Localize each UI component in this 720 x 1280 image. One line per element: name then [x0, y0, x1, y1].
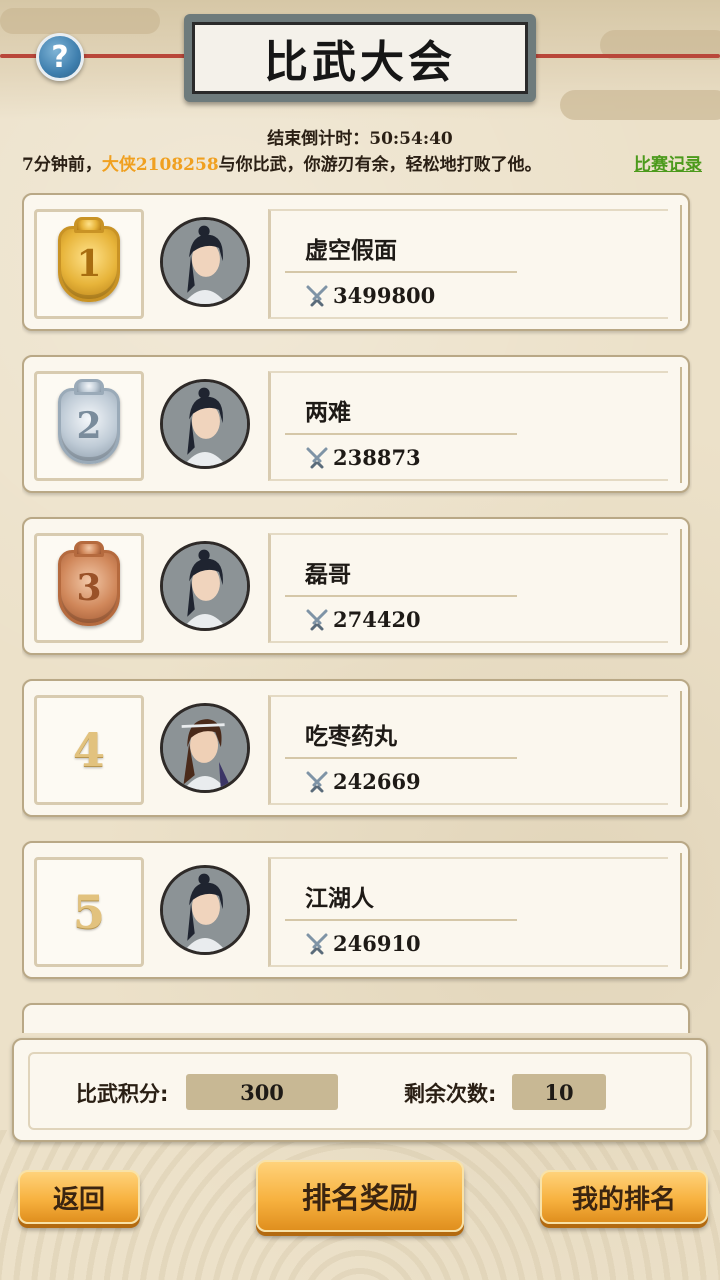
title-plaque: 比武大会 — [184, 14, 536, 102]
crossed-swords-icon — [306, 609, 328, 630]
combat-power: 238873 — [305, 445, 421, 470]
my-ranking-button[interactable]: 我的排名 — [540, 1170, 708, 1224]
power-value: 274420 — [333, 607, 421, 632]
ranking-card: 3 磊哥 274420 比武 — [22, 517, 690, 655]
rank-badge: 2 — [34, 371, 144, 481]
player-info-panel: 两难 238873 比武 — [268, 371, 668, 481]
avatar[interactable] — [160, 541, 250, 631]
bronze-medal-icon: 3 — [58, 541, 120, 626]
player-info-panel: 吃枣药丸 242669 比武 — [268, 695, 668, 805]
rank-number: 4 — [72, 723, 105, 777]
ranking-card: 5 江湖人 246910 比武 — [22, 841, 690, 979]
divider — [285, 433, 517, 435]
cloud-decoration — [0, 8, 160, 34]
countdown-text: 结束倒计时：50:54:40 — [267, 129, 453, 149]
crossed-swords-icon — [306, 447, 328, 468]
notice-player-name[interactable]: 大侠2108258 — [102, 155, 219, 175]
crossed-swords-icon — [306, 771, 328, 792]
ranking-card: 4 吃枣药丸 242669 比武 — [22, 679, 690, 817]
remaining-value: 10 — [512, 1074, 606, 1110]
combat-power: 246910 — [305, 931, 421, 956]
gold-medal-icon: 1 — [58, 217, 120, 302]
combat-power: 3499800 — [305, 283, 435, 308]
ranking-card: 2 两难 238873 比武 — [22, 355, 690, 493]
notice-prefix: 7分钟前， — [22, 155, 102, 175]
card-edge-decoration — [672, 853, 682, 969]
cloud-decoration — [560, 90, 720, 120]
combat-power: 274420 — [305, 607, 421, 632]
score-panel: 比武积分: 300 剩余次数: 10 — [12, 1038, 708, 1142]
player-name: 两难 — [305, 400, 351, 426]
points-value: 300 — [186, 1074, 338, 1110]
player-info-panel: 磊哥 274420 比武 — [268, 533, 668, 643]
divider — [285, 919, 517, 921]
rope-decoration — [530, 54, 720, 58]
player-info-panel: 虚空假面 3499800 比武 — [268, 209, 668, 319]
ranking-card-partial — [22, 1003, 690, 1033]
ranking-card: 1 虚空假面 3499800 比武 — [22, 193, 690, 331]
rank-badge: 1 — [34, 209, 144, 319]
rank-number: 5 — [72, 885, 105, 939]
combat-power: 242669 — [305, 769, 421, 794]
player-info-panel: 江湖人 246910 比武 — [268, 857, 668, 967]
silver-medal-icon: 2 — [58, 379, 120, 464]
rope-decoration — [0, 54, 190, 58]
card-edge-decoration — [672, 205, 682, 321]
help-button[interactable]: ? — [36, 33, 84, 81]
notice-suffix: 与你比武，你游刃有余，轻松地打败了他。 — [218, 155, 542, 175]
power-value: 3499800 — [333, 283, 436, 308]
question-icon: ? — [51, 39, 69, 75]
match-record-link[interactable]: 比赛记录 — [634, 150, 702, 175]
rank-badge: 5 — [34, 857, 144, 967]
avatar[interactable] — [160, 217, 250, 307]
player-name: 吃枣药丸 — [305, 724, 397, 750]
card-edge-decoration — [672, 691, 682, 807]
divider — [285, 595, 517, 597]
rank-badge: 4 — [34, 695, 144, 805]
crossed-swords-icon — [306, 933, 328, 954]
divider — [285, 271, 517, 273]
back-button[interactable]: 返回 — [18, 1170, 140, 1224]
ranking-list[interactable]: 1 虚空假面 3499800 比武 2 两难 23887 — [22, 193, 692, 1033]
power-value: 238873 — [333, 445, 421, 470]
remaining-label: 剩余次数: — [404, 1082, 497, 1106]
power-value: 242669 — [333, 769, 421, 794]
page-title: 比武大会 — [192, 22, 528, 94]
points-label: 比武积分: — [76, 1082, 169, 1106]
player-name: 虚空假面 — [305, 238, 397, 264]
avatar[interactable] — [160, 865, 250, 955]
rank-badge: 3 — [34, 533, 144, 643]
avatar[interactable] — [160, 379, 250, 469]
card-edge-decoration — [672, 367, 682, 483]
card-edge-decoration — [672, 529, 682, 645]
player-name: 江湖人 — [305, 886, 374, 912]
player-name: 磊哥 — [305, 562, 351, 588]
crossed-swords-icon — [306, 285, 328, 306]
ranking-reward-button[interactable]: 排名奖励 — [256, 1160, 464, 1232]
avatar[interactable] — [160, 703, 250, 793]
divider — [285, 757, 517, 759]
battle-notice: 7分钟前，大侠2108258与你比武，你游刃有余，轻松地打败了他。 比赛记录 — [22, 150, 702, 175]
power-value: 246910 — [333, 931, 421, 956]
